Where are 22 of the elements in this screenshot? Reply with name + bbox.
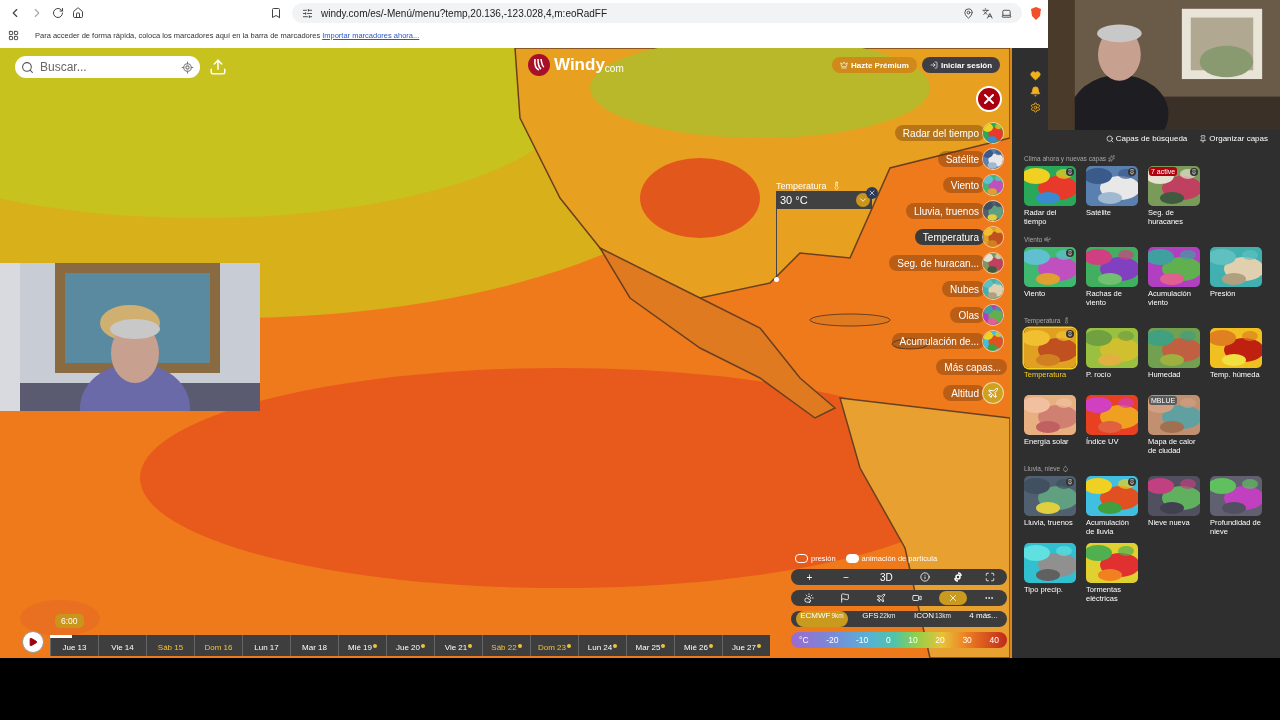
sparkle-icon (1108, 155, 1115, 162)
reload-icon[interactable] (52, 7, 64, 19)
panel-action-link[interactable]: Organizar capas (1199, 134, 1268, 143)
site-settings-icon[interactable] (302, 7, 313, 19)
apps-icon[interactable] (8, 29, 19, 41)
shield-icon[interactable] (1030, 6, 1042, 20)
device-icon[interactable] (1001, 7, 1012, 19)
heart-icon[interactable] (1030, 70, 1041, 81)
thermometer-icon (1062, 317, 1070, 324)
address-bar[interactable]: windy.com/es/-Menú/menu?temp,20.136,-123.028,4,m:eoRadFF (292, 3, 1022, 23)
bell-icon[interactable] (1030, 86, 1041, 97)
wind-icon (1044, 236, 1052, 243)
home-icon[interactable] (72, 7, 84, 19)
pin-icon (1199, 134, 1208, 143)
search-icon (1105, 134, 1114, 143)
bookmark-icon[interactable] (270, 7, 282, 19)
location-icon[interactable] (963, 7, 974, 19)
translate-icon[interactable] (982, 7, 993, 19)
droplet-icon (1062, 465, 1070, 472)
url-text: windy.com/es/-Menú/menu?temp,20.136,-123.028,4,m:eoRadFF (321, 7, 609, 19)
settings-icon[interactable] (1030, 102, 1041, 113)
panel-action-link[interactable]: Capas de búsqueda (1105, 134, 1188, 143)
